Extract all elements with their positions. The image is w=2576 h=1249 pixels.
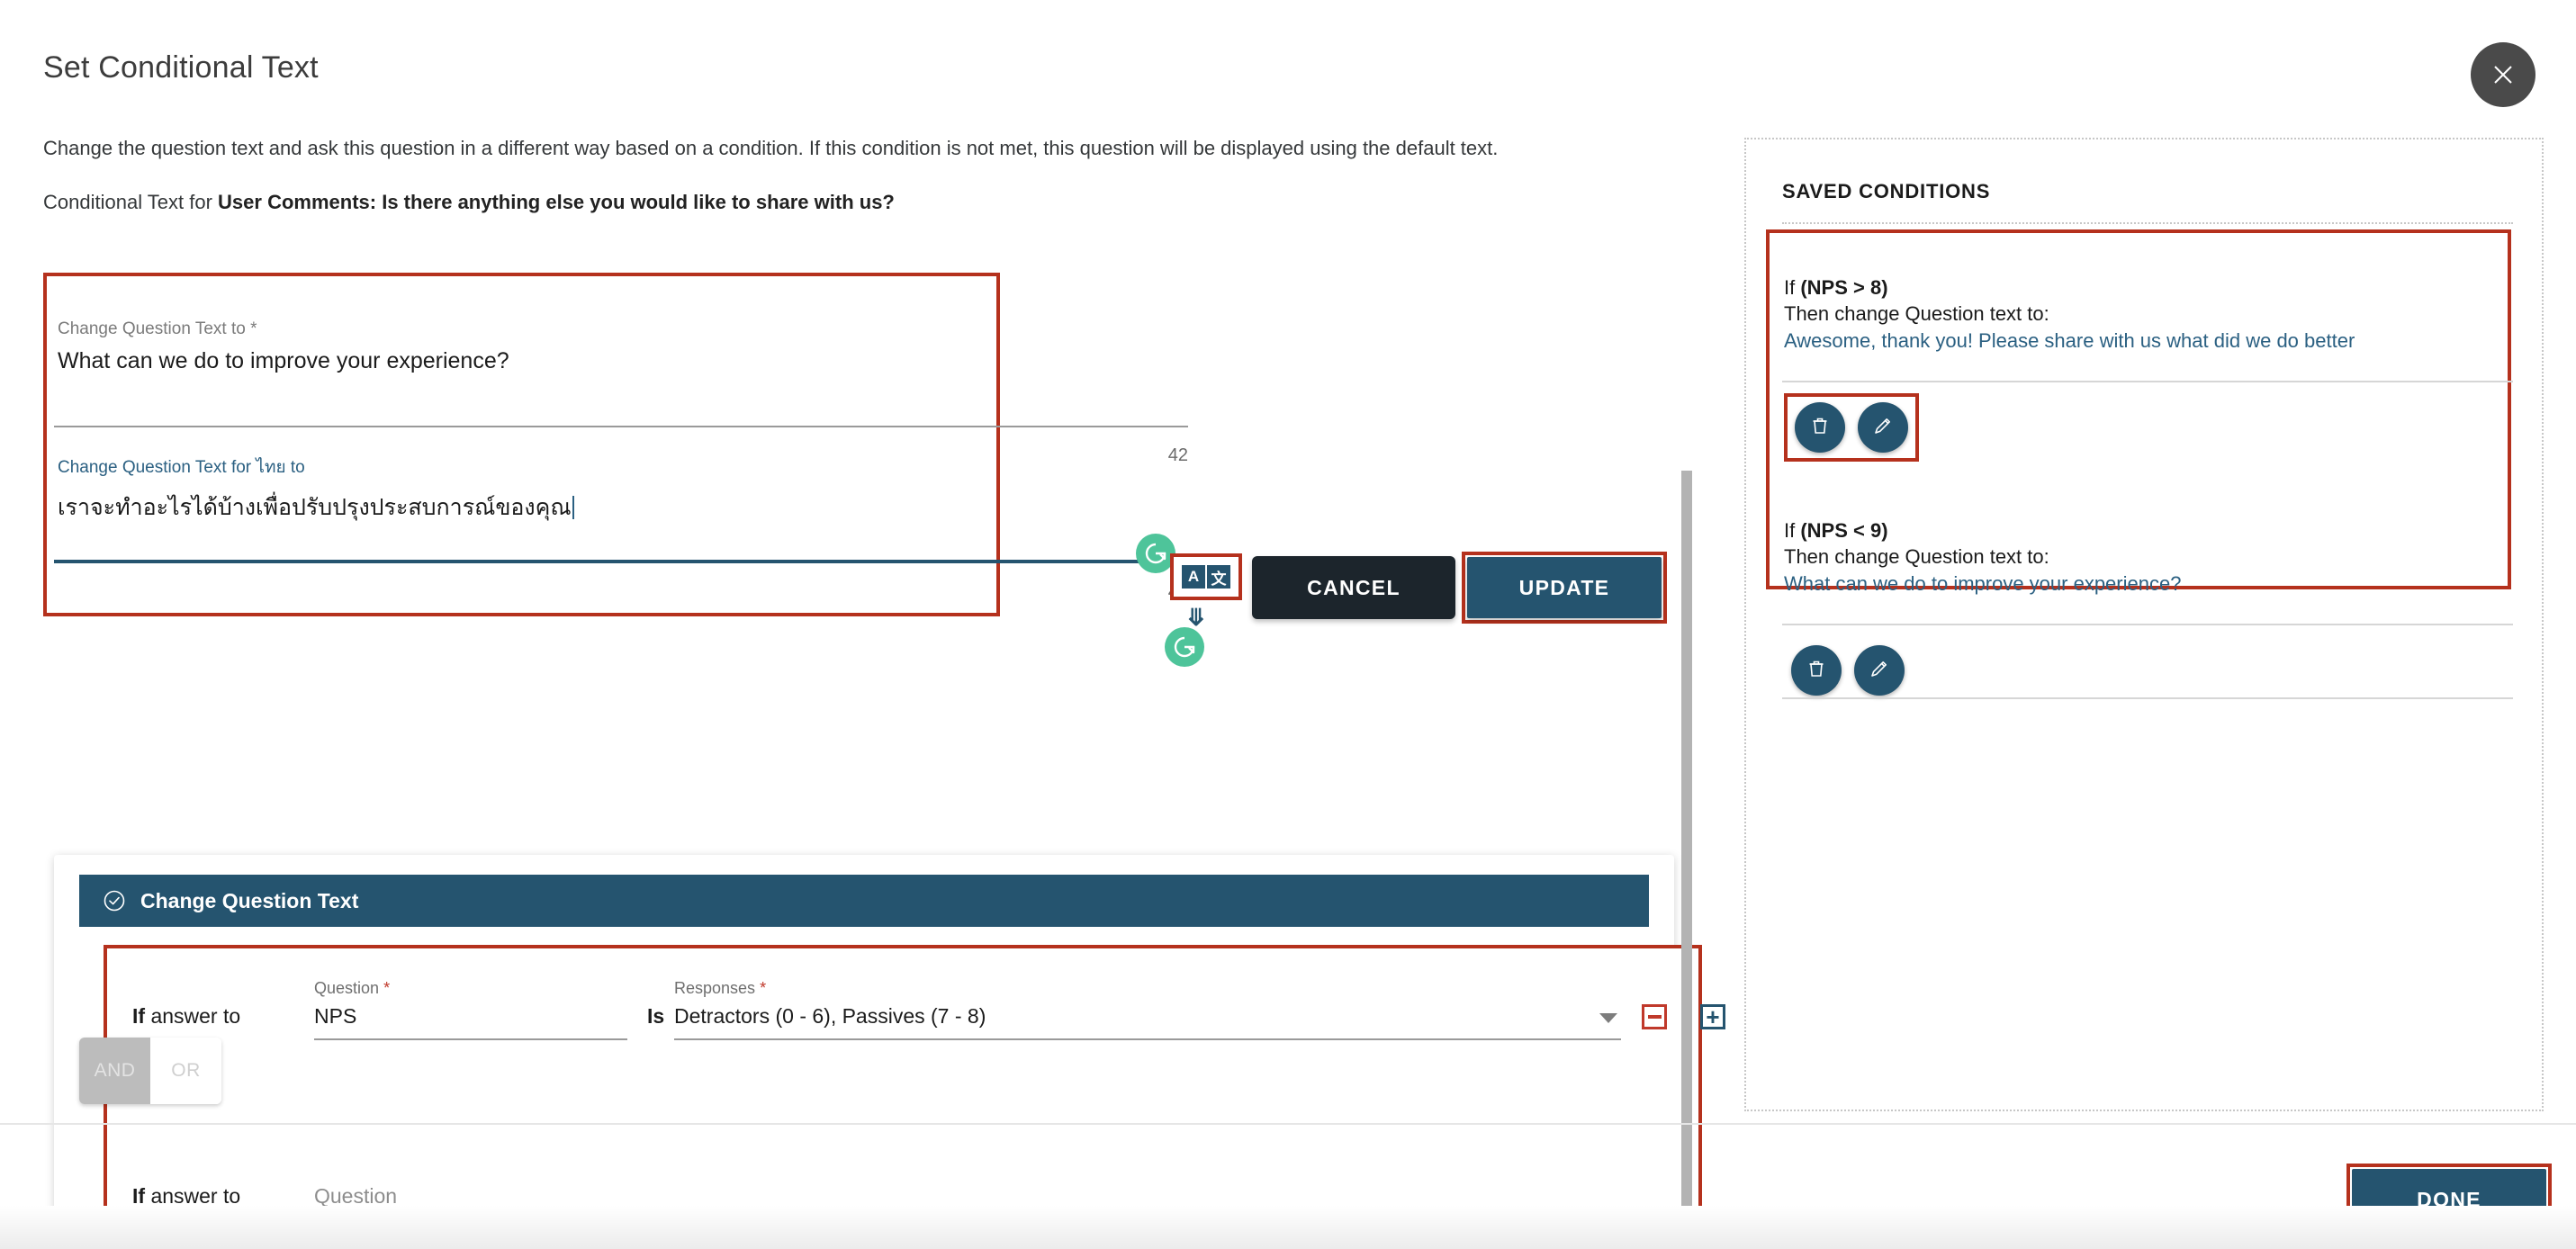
saved-condition-2-edit-button[interactable] — [1854, 645, 1905, 696]
saved-condition-2: If (NPS < 9) Then change Question text t… — [1784, 517, 2181, 597]
update-button[interactable]: UPDATE — [1467, 557, 1662, 618]
thai-question-value[interactable]: เราจะทำอะไรได้บ้างเพื่อปรับปรุงประสบการณ… — [58, 490, 985, 531]
thai-question-label: Change Question Text for ไทย to — [58, 458, 305, 477]
saved-condition-1-actions — [1795, 402, 1908, 453]
conditional-text-dialog: Set Conditional Text Change the question… — [0, 0, 2576, 1249]
logic-operator-toggle[interactable]: AND OR — [79, 1038, 221, 1104]
grammarly-icon-primary[interactable] — [1165, 627, 1204, 667]
is-label-1: Is — [647, 1004, 665, 1028]
responses-field-underline-1 — [674, 1038, 1621, 1040]
conditional-for-question: User Comments: Is there anything else yo… — [218, 191, 895, 213]
saved-condition-1-then: Then change Question text to: — [1784, 302, 2049, 326]
bottom-shade — [0, 1206, 2576, 1249]
condition-block-header: Change Question Text — [79, 875, 1649, 927]
saved-condition-1-actions-highlight — [1784, 393, 1919, 462]
saved-condition-2-actions — [1791, 645, 1905, 696]
question-field-value-1[interactable]: NPS — [314, 1004, 356, 1029]
close-icon — [2488, 59, 2518, 90]
plus-square-icon[interactable]: + — [1700, 1004, 1725, 1029]
condition-block-header-label: Change Question Text — [140, 888, 359, 912]
thai-field-underline — [54, 560, 1188, 563]
conditional-for-line: Conditional Text for User Comments: Is t… — [43, 191, 895, 214]
saved-condition-1-text: Awesome, thank you! Please share with us… — [1784, 328, 2355, 352]
check-circle-icon — [103, 889, 126, 912]
primary-char-count: 42 — [1167, 445, 1188, 465]
responses-field-value-1[interactable]: Detractors (0 - 6), Passives (7 - 8) — [674, 1004, 986, 1029]
saved-condition-1-if: If (NPS > 8) — [1784, 276, 1888, 299]
pencil-icon — [1871, 414, 1895, 442]
saved-condition-1-edit-button[interactable] — [1858, 402, 1908, 453]
page-title: Set Conditional Text — [43, 50, 319, 85]
dialog-description: Change the question text and ask this qu… — [43, 137, 1499, 159]
logic-operator-and[interactable]: AND — [79, 1038, 150, 1104]
saved-conditions-title: SAVED CONDITIONS — [1782, 180, 1991, 202]
condition-rows-box: If answer to Question * NPS Is Responses… — [104, 945, 1725, 1235]
trash-icon — [1805, 657, 1828, 685]
translate-icon-target: 文 — [1207, 565, 1230, 589]
responses-dropdown-arrow-1[interactable] — [1599, 1013, 1617, 1023]
question-field-label-1: Question * — [314, 979, 391, 997]
saved-condition-2-if: If (NPS < 9) — [1784, 519, 1888, 542]
chevron-down-icon[interactable]: ⤋ — [1186, 606, 1206, 629]
vertical-scrollbar[interactable] — [1681, 471, 1692, 1249]
cancel-button[interactable]: CANCEL — [1252, 556, 1455, 619]
saved-condition-2-separator — [1782, 624, 2513, 625]
primary-field-underline — [54, 426, 1188, 427]
responses-field-label-1: Responses * — [674, 979, 767, 997]
condition-block-card: Change Question Text If answer to Questi… — [54, 855, 1725, 1249]
conditional-for-prefix: Conditional Text for — [43, 191, 219, 213]
saved-conditions-divider-top — [1782, 222, 2513, 224]
logic-operator-or[interactable]: OR — [150, 1038, 221, 1104]
primary-question-field[interactable]: Change Question Text to * What can we do… — [58, 319, 985, 380]
if-answer-to-label-1: If answer to — [132, 1004, 241, 1028]
pencil-icon — [1868, 657, 1891, 685]
if-answer-to-label-2: If answer to — [132, 1184, 241, 1208]
primary-question-label: Change Question Text to * — [58, 319, 257, 338]
translate-button[interactable]: A 文 — [1170, 553, 1242, 600]
left-column: Change Question Text to * What can we do… — [0, 229, 1725, 1249]
saved-condition-1-delete-button[interactable] — [1795, 402, 1845, 453]
saved-condition-2-then: Then change Question text to: — [1784, 545, 2049, 569]
saved-condition-2-text: What can we do to improve your experienc… — [1784, 571, 2182, 595]
minus-square-icon[interactable] — [1642, 1004, 1667, 1029]
question-text-fields-box: Change Question Text to * What can we do… — [43, 273, 1000, 616]
footer-divider — [0, 1123, 2576, 1125]
thai-question-field[interactable]: Change Question Text for ไทย to เราจะทำอ… — [58, 454, 985, 531]
saved-conditions-panel: SAVED CONDITIONS If (NPS > 8) Then chang… — [1744, 138, 2544, 1111]
update-button-highlight: UPDATE — [1462, 552, 1667, 624]
question-field-value-2[interactable]: Question — [314, 1184, 397, 1209]
trash-icon — [1808, 414, 1832, 442]
question-field-underline-1 — [314, 1038, 627, 1040]
translate-icon-source: A — [1182, 565, 1205, 589]
saved-condition-1: If (NPS > 8) Then change Question text t… — [1784, 274, 2355, 354]
saved-condition-2-delete-button[interactable] — [1791, 645, 1842, 696]
saved-conditions-divider-bottom — [1782, 697, 2513, 699]
close-button[interactable] — [2471, 42, 2535, 107]
text-caret — [572, 496, 574, 519]
saved-condition-1-separator — [1782, 381, 2513, 382]
primary-question-value[interactable]: What can we do to improve your experienc… — [58, 348, 985, 380]
